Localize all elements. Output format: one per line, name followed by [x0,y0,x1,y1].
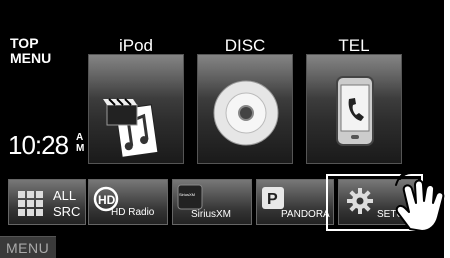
ipod-label: iPod [118,36,154,55]
ipod-icon [103,98,159,158]
siriusxm-logo-text: SiriusXM [179,192,196,197]
svg-text:HD: HD [98,193,116,207]
disc-source-button[interactable] [197,54,293,164]
tap-hand-icon [395,168,445,232]
siriusxm-label: SiriusXM [191,209,232,220]
grid-icon [18,191,43,216]
hd-radio-button[interactable]: HD HD Radio [88,179,168,225]
clock-pm: M [76,143,85,154]
disc-icon [213,80,279,146]
tel-source-button[interactable] [306,54,402,164]
ipod-source-button[interactable] [88,54,184,164]
hd-radio-label: HD Radio [111,207,155,218]
all-src-button[interactable]: ALL SRC [8,179,86,225]
phone-icon [336,76,374,146]
all-src-line1: ALL [53,188,77,203]
clock-ampm: A M [76,132,84,154]
tel-label: TEL [338,36,370,55]
top-menu-label[interactable]: TOP MENU [10,36,51,66]
top-menu-line1: TOP [10,35,39,51]
svg-text:P: P [267,191,278,208]
menu-tab[interactable]: MENU [0,236,56,258]
pandora-button[interactable]: P PANDORA [256,179,334,225]
siriusxm-icon [177,184,203,210]
pandora-label: PANDORA [281,209,330,220]
menu-label: MENU [6,240,50,256]
siriusxm-button[interactable]: SiriusXM SiriusXM [172,179,252,225]
pandora-icon: P [262,187,284,209]
all-src-line2: SRC [53,204,81,219]
disc-label: DISC [224,36,266,55]
clock-time: 10:28 [8,130,69,160]
top-menu-line2: MENU [10,50,52,66]
clock-am: A [76,132,84,143]
